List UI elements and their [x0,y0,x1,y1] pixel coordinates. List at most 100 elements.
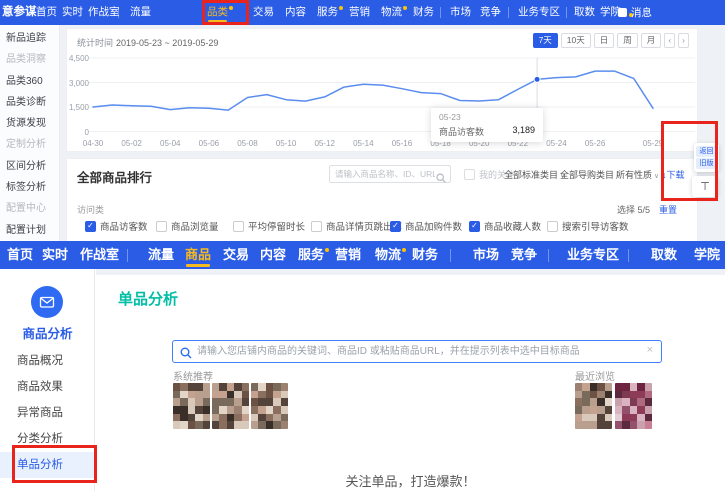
sidebar-item-5[interactable]: 定制分析 [0,134,59,155]
sidebar-item-1[interactable]: 品类洞察 [0,49,59,70]
visitors-series-line [93,71,653,110]
top-nav-item-15[interactable]: 学院 [600,0,621,25]
top-nav-item-14[interactable]: 取数 [574,0,595,25]
top-nav-item-11[interactable]: 市场 [450,0,471,25]
floating-version-widget[interactable]: 返回 旧版 [694,143,719,172]
bottom-nav-item-8[interactable]: 营销 [335,241,361,269]
period-button-3[interactable]: 周 [617,33,638,48]
sidebar-item-6[interactable]: 区间分析 [0,156,59,177]
top-nav-item-6[interactable]: 内容 [285,0,306,25]
sidebar-item-9[interactable]: 配置计划 [0,220,59,241]
highlighted-data-point[interactable] [534,76,540,82]
sidebar-item-0[interactable]: 商品概况 [0,348,94,374]
clear-icon[interactable]: × [647,344,653,356]
bottom-nav-item-3[interactable]: 流量 [148,241,174,269]
bottom-nav-item-12[interactable]: 竞争 [511,241,537,269]
checkbox-checked[interactable]: ✓ [85,221,96,232]
checkbox-unchecked[interactable] [311,221,322,232]
floating-widget-line2[interactable]: 旧版 [696,158,717,169]
metric-checkbox-item-1[interactable]: 商品浏览量 [156,219,219,233]
sidebar-item-3[interactable]: 分类分析 [0,426,94,452]
top-nav-item-1[interactable]: 实时 [62,0,83,25]
sidebar-item-2[interactable]: 品类360 [0,71,59,92]
download-button[interactable]: ↓下载 [662,168,685,181]
top-nav-item-12[interactable]: 竞争 [480,0,501,25]
top-nav-item-7[interactable]: 服务 [317,0,338,25]
bottom-nav-item-5[interactable]: 交易 [223,241,249,269]
mosaic-cell [597,414,604,422]
sidebar-item-0[interactable]: 新品追踪 [0,28,59,49]
mosaic-cell [219,391,226,399]
top-nav-item-9[interactable]: 物流 [381,0,402,25]
floating-widget-line1[interactable]: 返回 [696,146,717,157]
checkbox-checked[interactable]: ✓ [390,221,401,232]
checkbox-unchecked[interactable] [156,221,167,232]
bottom-nav-item-0[interactable]: 首页 [7,241,33,269]
product-thumbnail[interactable] [615,383,652,429]
sidebar-item-2[interactable]: 异常商品 [0,400,94,426]
product-thumbnail[interactable] [173,383,210,429]
mosaic-cell [266,398,273,406]
ranking-search-input[interactable] [335,167,435,181]
mosaic-cell [645,391,652,399]
top-nav-item-0[interactable]: 首页 [36,0,57,25]
period-button-6[interactable]: › [678,33,689,48]
sidebar-item-7[interactable]: 标签分析 [0,177,59,198]
bottom-nav-item-9[interactable]: 物流 [375,241,401,269]
bottom-nav-item-10[interactable]: 财务 [412,241,438,269]
metric-checkbox-item-4[interactable]: ✓商品加购件数 [390,219,462,233]
top-nav-item-8[interactable]: 营销 [349,0,370,25]
period-button-4[interactable]: 月 [641,33,662,48]
search-icon[interactable] [436,170,446,188]
checkbox-unchecked[interactable] [233,221,244,232]
top-nav-item-13[interactable]: 业务专区 [518,0,560,25]
sidebar-item-8[interactable]: 配置中心 [0,198,59,219]
top-nav-item-4[interactable]: 品类 [207,0,228,25]
messages-button[interactable]: 消息 [618,0,652,25]
bottom-nav-item-4[interactable]: 商品 [185,241,211,269]
nav-separator [566,7,567,18]
product-thumbnail[interactable] [251,383,288,429]
mosaic-cell [212,383,219,391]
notification-dot [325,248,329,252]
metric-checkbox-item-5[interactable]: ✓商品收藏人数 [469,219,541,233]
metric-checkbox-item-6[interactable]: 搜索引导访客数 [547,219,629,233]
bottom-nav-item-1[interactable]: 实时 [42,241,68,269]
sidebar-item-1[interactable]: 商品效果 [0,374,94,400]
bottom-nav-item-6[interactable]: 内容 [260,241,286,269]
item-search-input[interactable] [197,343,627,360]
reset-button[interactable]: 重置 [659,203,677,216]
metric-label: 平均停留时长 [248,219,305,233]
bottom-nav-item-14[interactable]: 取数 [651,241,677,269]
metric-checkbox-item-0[interactable]: ✓商品访客数 [85,219,148,233]
period-button-0[interactable]: 7天 [533,33,558,48]
filter-guide-category[interactable]: 全部导购类目∨ [560,168,621,181]
metric-checkbox-item-3[interactable]: 商品详情页跳出率 [311,219,402,233]
bottom-nav-item-15[interactable]: 学院 [694,241,720,269]
bottom-nav-item-2[interactable]: 作战室 [80,241,119,269]
checkbox-unchecked[interactable] [547,221,558,232]
product-thumbnail[interactable] [575,383,612,429]
bottom-nav-item-7[interactable]: 服务 [298,241,324,269]
top-nav-item-2[interactable]: 作战室 [88,0,120,25]
period-button-2[interactable]: 日 [594,33,615,48]
period-button-5[interactable]: ‹ [664,33,675,48]
filter-standard-category[interactable]: 全部标准类目∨ [504,168,565,181]
bottom-nav-item-13[interactable]: 业务专区 [567,241,619,269]
checkbox-checked[interactable]: ✓ [469,221,480,232]
top-nav-item-5[interactable]: 交易 [253,0,274,25]
checkbox-unchecked[interactable] [464,169,475,180]
sidebar-item-4[interactable]: 单品分析 [0,452,94,478]
mosaic-cell [203,421,210,429]
filter-property[interactable]: 所有性质∨ [616,168,659,181]
bottom-nav-item-11[interactable]: 市场 [473,241,499,269]
back-to-top-button[interactable]: ⊤ [692,176,718,197]
sidebar-item-4[interactable]: 货源发现 [0,113,59,134]
top-nav-item-10[interactable]: 财务 [413,0,434,25]
module-title: 商品分析 [0,323,95,342]
metric-checkbox-item-2[interactable]: 平均停留时长 [233,219,305,233]
product-thumbnail[interactable] [212,383,249,429]
sidebar-item-3[interactable]: 品类诊断 [0,92,59,113]
period-button-1[interactable]: 10天 [561,33,591,48]
top-nav-item-3[interactable]: 流量 [130,0,151,25]
